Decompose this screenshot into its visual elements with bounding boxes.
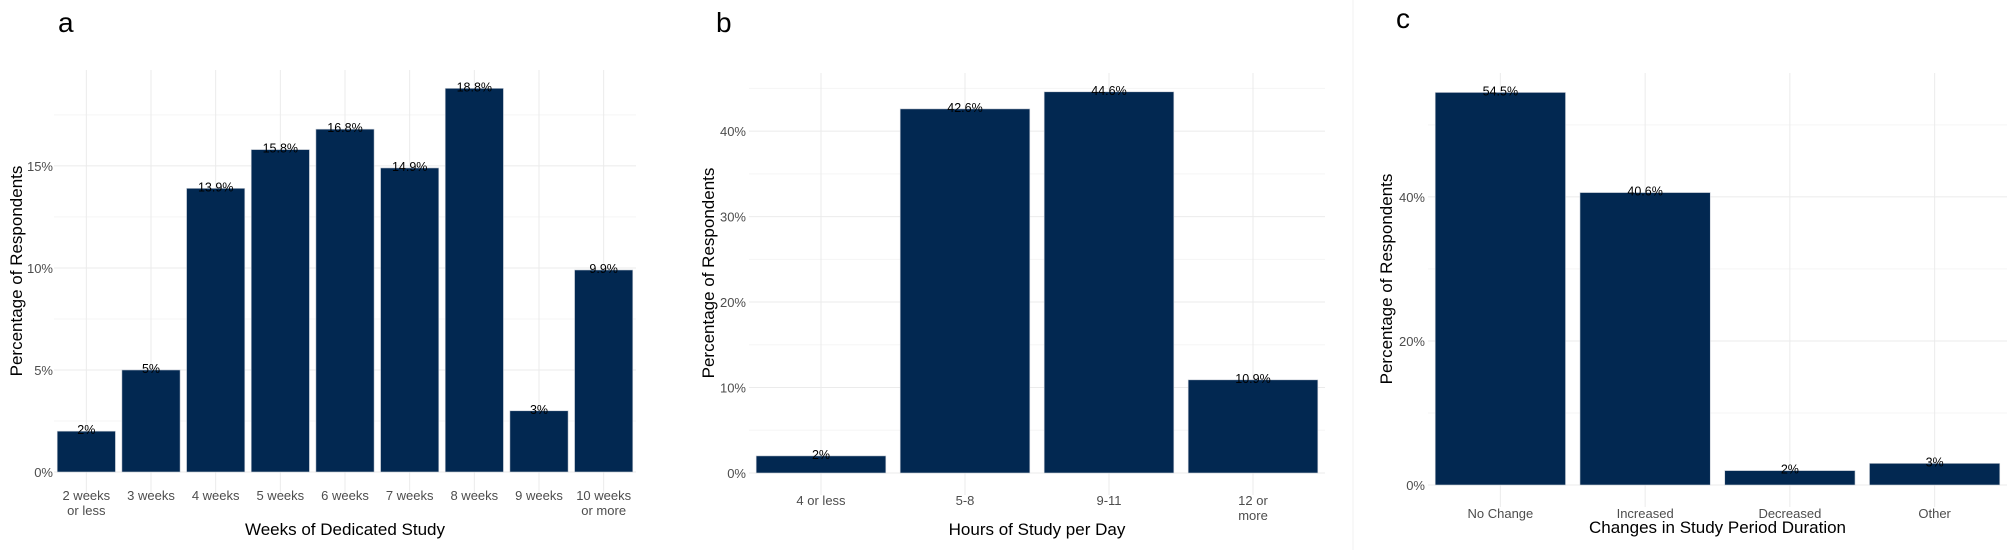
panel-b: 0% 10% 20% 30% 40% 2% 4 or less 42.6% 5-8 44.6% 9-… — [699, 7, 1325, 539]
x-tick-label: 3 weeks — [127, 488, 175, 503]
panel-c: 0%20%40%54.5%No Change40.6%Increased2%De… — [1377, 3, 2007, 537]
x-tick-label: 7 weeks — [386, 488, 434, 503]
x-tick-label: 12 or more — [1238, 493, 1268, 523]
panel-label: a — [58, 7, 74, 38]
y-tick-label: 20% — [1399, 334, 1425, 349]
x-axis-title: Changes in Study Period Duration — [1589, 518, 1846, 537]
x-axis-title: Hours of Study per Day — [949, 520, 1126, 539]
x-tick-label: 9-11 — [1096, 493, 1121, 508]
y-tick-label: 15% — [27, 159, 53, 174]
bar-6 — [380, 167, 440, 473]
y-tick-label: 10% — [720, 381, 746, 396]
bar-value-label: 18.8% — [457, 80, 492, 94]
bar-7 — [444, 88, 504, 473]
y-tick-label: 0% — [1406, 478, 1425, 493]
x-tick-label: 2 weeks or less — [62, 488, 110, 518]
bar-value-label: 3% — [1926, 455, 1944, 469]
x-tick-label: 9 weeks — [515, 488, 563, 503]
y-tick-label: 5% — [34, 363, 53, 378]
bar-9 — [574, 269, 634, 473]
x-tick-label: 6 weeks — [321, 488, 369, 503]
bar-value-label: 2% — [812, 448, 830, 462]
bar-1 — [1434, 92, 1566, 486]
x-tick-label: No Change — [1467, 506, 1533, 521]
x-tick-label: 4 weeks — [192, 488, 240, 503]
bar-value-label: 3% — [530, 403, 548, 417]
y-tick-label: 40% — [1399, 190, 1425, 205]
bar-3 — [1043, 91, 1175, 474]
bar-value-label: 14.9% — [392, 160, 427, 174]
y-axis-title: Percentage of Respondents — [7, 166, 26, 377]
bar-1 — [56, 430, 116, 473]
y-tick-label: 0% — [34, 465, 53, 480]
x-tick-label: 5 weeks — [256, 488, 304, 503]
bar-value-label: 5% — [142, 362, 160, 376]
bar-value-label: 42.6% — [947, 101, 982, 115]
x-tick-label: 5-8 — [956, 493, 975, 508]
y-tick-label: 10% — [27, 261, 53, 276]
bar-2 — [1579, 192, 1711, 486]
bar-value-label: 2% — [77, 423, 95, 437]
bar-8 — [509, 410, 569, 473]
panel-label: b — [716, 7, 732, 38]
bar-4 — [250, 149, 310, 473]
x-tick-label: 10 weeks or more — [576, 488, 631, 518]
bar-3 — [186, 188, 246, 473]
bar-value-label: 13.9% — [198, 180, 233, 194]
x-axis-title: Weeks of Dedicated Study — [245, 520, 446, 539]
y-axis-title: Percentage of Respondents — [699, 168, 718, 379]
bar-value-label: 40.6% — [1627, 185, 1662, 199]
bar-value-label: 9.9% — [589, 262, 618, 276]
y-tick-label: 30% — [720, 210, 746, 225]
x-tick-label: 4 or less — [796, 493, 846, 508]
panel-a: 0% 5% 10% 15% 2% 2 weeks or less 5% 3 weeks 13.9%… — [7, 7, 636, 539]
panel-label: c — [1396, 3, 1410, 34]
figure: 0% 5% 10% 15% 2% 2 weeks or less 5% 3 weeks 13.9%… — [7, 0, 2007, 550]
y-axis-title: Percentage of Respondents — [1377, 174, 1396, 385]
bar-value-label: 44.6% — [1091, 84, 1126, 98]
bar-4 — [1187, 379, 1319, 474]
x-tick-label: Other — [1918, 506, 1951, 521]
y-tick-label: 20% — [720, 295, 746, 310]
bar-value-label: 16.8% — [327, 121, 362, 135]
y-tick-label: 0% — [727, 466, 746, 481]
bar-value-label: 2% — [1781, 463, 1799, 477]
bar-value-label: 15.8% — [263, 142, 298, 156]
bar-5 — [315, 128, 375, 473]
bar-2 — [899, 108, 1031, 474]
y-tick-label: 40% — [720, 124, 746, 139]
bar-value-label: 10.9% — [1235, 372, 1270, 386]
bar-value-label: 54.5% — [1483, 84, 1518, 98]
x-tick-label: 8 weeks — [450, 488, 498, 503]
bar-2 — [121, 369, 181, 473]
